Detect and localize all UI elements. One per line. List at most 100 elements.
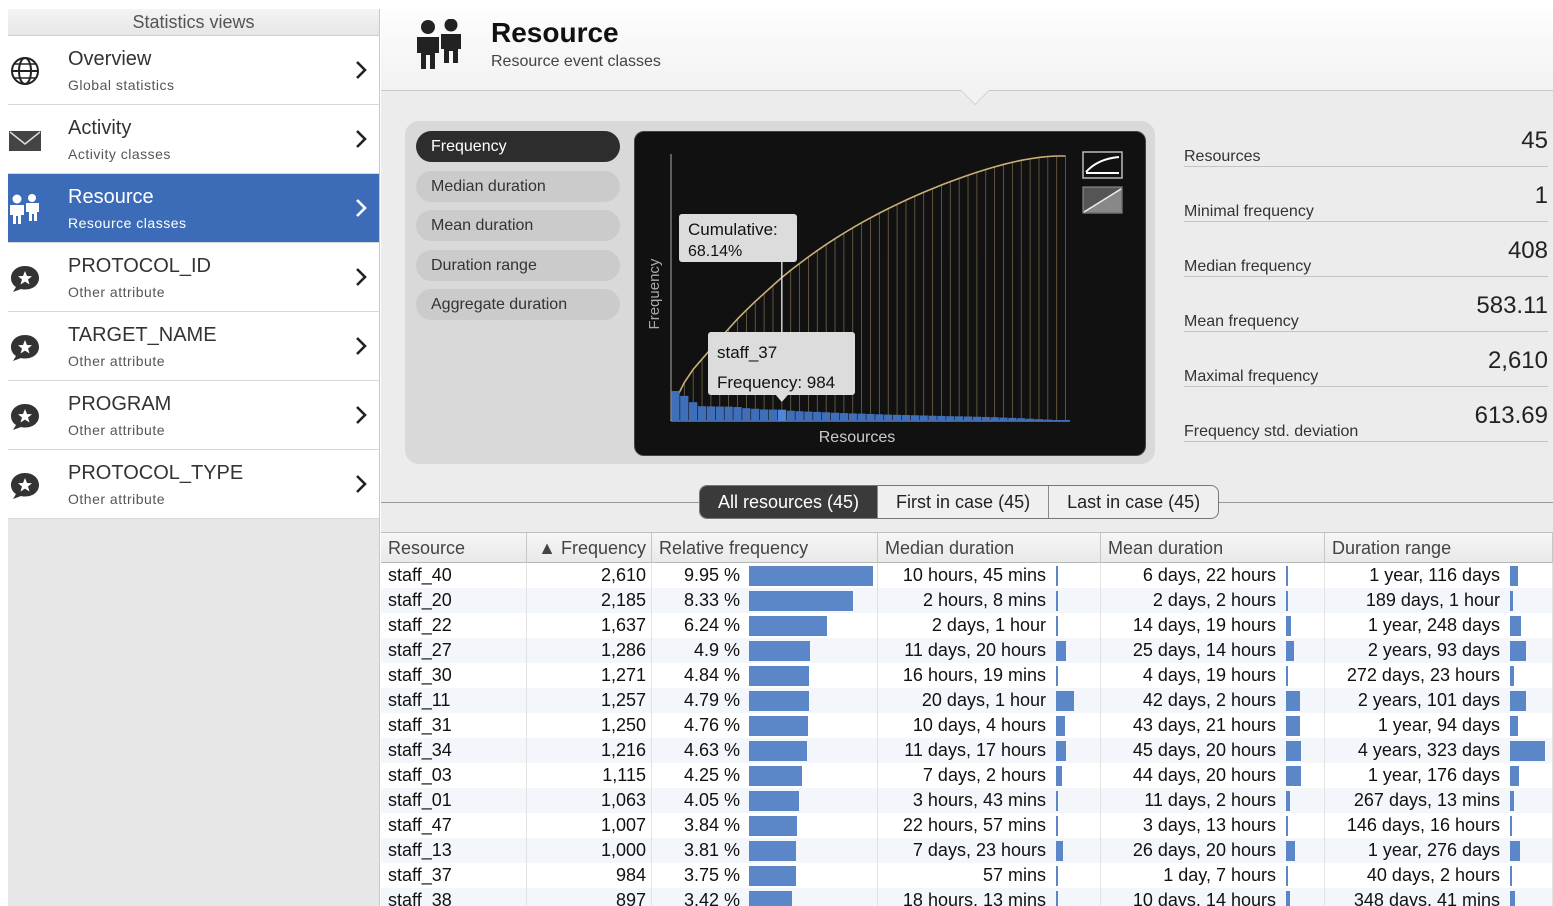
chart-bar[interactable] [972, 416, 982, 421]
table-row[interactable]: staff_31 1,250 4.76 % 10 days, 4 hours 43 da… [381, 713, 1553, 738]
sidebar-item-title: PROTOCOL_TYPE [68, 462, 244, 484]
sidebar-item-protocol-id[interactable]: PROTOCOL_ID Other attribute [8, 243, 379, 312]
chart-bar[interactable] [715, 406, 724, 421]
table-row[interactable]: staff_38 897 3.42 % 18 hours, 13 mins 10 day… [381, 888, 1553, 906]
mean-duration-text: 26 days, 20 hours [1132, 840, 1276, 860]
chart-bar[interactable] [955, 416, 964, 421]
chart-bar[interactable] [1017, 418, 1026, 421]
chart-bar[interactable] [1008, 417, 1017, 421]
table-row[interactable]: staff_34 1,216 4.63 % 11 days, 17 hours 45 d… [381, 738, 1553, 763]
table-row[interactable]: staff_30 1,271 4.84 % 16 hours, 19 mins 4 da… [381, 663, 1553, 688]
metric-button-mean-duration[interactable]: Mean duration [416, 210, 620, 241]
chart-bar[interactable] [963, 416, 973, 421]
chart-bar[interactable] [981, 416, 990, 421]
table-row[interactable]: staff_40 2,610 9.95 % 10 hours, 45 mins 6 da… [381, 563, 1553, 588]
column-header-relative-frequency[interactable]: Relative frequency [652, 533, 878, 563]
chart-bar[interactable] [786, 410, 795, 421]
median-duration-text: 7 days, 2 hours [922, 765, 1046, 785]
chart-bar[interactable] [680, 395, 689, 421]
chart-bar[interactable] [848, 413, 857, 421]
sidebar-item-program[interactable]: PROGRAM Other attribute [8, 381, 379, 450]
chart-bar[interactable] [724, 406, 733, 421]
sidebar-item-resource[interactable]: Resource Resource classes [8, 174, 379, 243]
table-row[interactable]: staff_22 1,637 6.24 % 2 days, 1 hour 14 days… [381, 613, 1553, 638]
metric-button-median-duration[interactable]: Median duration [416, 170, 620, 202]
chart-bar[interactable] [910, 415, 919, 421]
cell-mean-duration: 4 days, 19 hours [1101, 663, 1325, 688]
sidebar-item-overview[interactable]: Overview Global statistics [8, 36, 379, 105]
metric-button-aggregate-duration[interactable]: Aggregate duration [416, 289, 620, 320]
chart-bar[interactable] [706, 406, 716, 421]
column-header-median-duration[interactable]: Median duration [878, 533, 1101, 563]
chart-bar[interactable] [768, 409, 778, 421]
cell-frequency: 1,063 [527, 788, 652, 813]
table-row[interactable]: staff_27 1,286 4.9 % 11 days, 20 hours 25 da… [381, 638, 1553, 663]
chart-bar[interactable] [1025, 418, 1035, 421]
chart-bar[interactable] [866, 413, 875, 421]
relative-frequency-bar [749, 716, 809, 736]
metric-button-duration-range[interactable]: Duration range [416, 249, 620, 281]
chart-bar[interactable] [671, 391, 680, 421]
chart-bar[interactable] [697, 406, 707, 421]
table-row[interactable]: staff_37 984 3.75 % 57 mins 1 day, 7 hours 40… [381, 863, 1553, 888]
chart-bar[interactable] [919, 415, 928, 421]
column-header-mean-duration[interactable]: Mean duration [1101, 533, 1325, 563]
chart-bar[interactable] [830, 412, 840, 421]
chart-bar[interactable] [804, 411, 813, 421]
chart-bar[interactable] [875, 414, 884, 421]
metric-button-frequency[interactable]: Frequency [416, 131, 620, 162]
cell-duration-range: 267 days, 13 mins [1325, 788, 1553, 813]
chart-bar[interactable] [822, 412, 831, 421]
sidebar-item-activity[interactable]: Activity Activity classes [8, 105, 379, 174]
column-header-resource[interactable]: Resource [381, 533, 527, 563]
chart-bar[interactable] [884, 414, 893, 421]
tab-first-in-case[interactable]: First in case (45) [878, 486, 1050, 518]
column-header-frequency[interactable]: ▲ Frequency [527, 533, 652, 563]
table-row[interactable]: staff_01 1,063 4.05 % 3 hours, 43 mins 11 da… [381, 788, 1553, 813]
chart-bar[interactable] [795, 411, 804, 421]
tab-all-resources[interactable]: All resources (45) [700, 486, 879, 518]
chart-bar[interactable] [990, 417, 999, 421]
table-row[interactable]: staff_13 1,000 3.81 % 7 days, 23 hours 26 da… [381, 838, 1553, 863]
sidebar-item-target-name[interactable]: TARGET_NAME Other attribute [8, 312, 379, 381]
table-row[interactable]: staff_47 1,007 3.84 % 22 hours, 57 mins 3 da… [381, 813, 1553, 838]
chart-bar[interactable] [689, 402, 698, 421]
median-duration-text: 57 mins [982, 865, 1046, 885]
chart-bar[interactable] [1034, 419, 1044, 421]
chart-bar[interactable] [733, 407, 742, 421]
chart-bar[interactable] [946, 416, 955, 421]
column-header-duration-range[interactable]: Duration range [1325, 533, 1553, 563]
chart-bar[interactable] [839, 413, 849, 421]
table-row[interactable]: staff_11 1,257 4.79 % 20 days, 1 hour 42 day… [381, 688, 1553, 713]
chart-bar[interactable] [1061, 420, 1070, 421]
duration-range-bar [1510, 716, 1518, 736]
cumulative-curve-icon[interactable] [1082, 151, 1123, 179]
median-duration-text: 18 hours, 13 mins [902, 890, 1046, 906]
relative-frequency-bar [749, 616, 827, 636]
chart-bar[interactable] [742, 408, 751, 421]
chart-bar[interactable] [759, 409, 769, 421]
distribution-icon[interactable] [1082, 186, 1123, 214]
chart-bar[interactable] [777, 409, 786, 421]
relative-frequency-bar [749, 591, 853, 611]
cell-resource: staff_13 [381, 838, 527, 863]
chart-bar[interactable] [901, 415, 911, 421]
median-duration-bar [1056, 591, 1058, 611]
chart-bar[interactable] [751, 408, 760, 421]
chart-bar[interactable] [857, 413, 866, 421]
table-row[interactable]: staff_03 1,115 4.25 % 7 days, 2 hours 44 day… [381, 763, 1553, 788]
chart-bar[interactable] [1052, 420, 1061, 421]
tab-last-in-case[interactable]: Last in case (45) [1049, 486, 1218, 518]
chart-bar[interactable] [813, 411, 822, 421]
chart-bar[interactable] [937, 415, 946, 421]
chart-bar[interactable] [928, 415, 937, 421]
median-duration-text: 2 days, 1 hour [931, 615, 1046, 635]
relative-frequency-text: 3.75 % [683, 865, 740, 885]
table-body: staff_40 2,610 9.95 % 10 hours, 45 mins 6 da… [381, 563, 1553, 906]
chart-bar[interactable] [1043, 419, 1052, 421]
chart-bar[interactable] [892, 414, 902, 421]
sidebar-item-protocol-type[interactable]: PROTOCOL_TYPE Other attribute [8, 450, 379, 519]
table-row[interactable]: staff_20 2,185 8.33 % 2 hours, 8 mins 2 days… [381, 588, 1553, 613]
cell-duration-range: 146 days, 16 hours [1325, 813, 1553, 838]
chart-bar[interactable] [999, 417, 1008, 421]
